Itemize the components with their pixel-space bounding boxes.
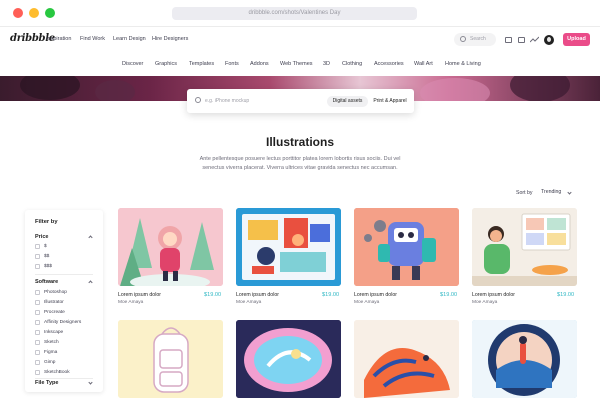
checkbox[interactable] xyxy=(35,360,40,365)
top-navigation: dribbble Inspiration Find Work Learn Des… xyxy=(0,27,600,53)
shot-title[interactable]: Lorem ipsum dolor xyxy=(472,292,515,298)
shot-thumbnail[interactable] xyxy=(354,320,459,398)
illustration-girl-in-forest xyxy=(118,208,223,286)
digital-assets-toggle[interactable]: Digital assets xyxy=(327,96,368,107)
shot-thumbnail[interactable] xyxy=(236,320,341,398)
illustration-surfer-circle xyxy=(472,320,577,398)
checkbox[interactable] xyxy=(35,300,40,305)
search-icon xyxy=(460,36,466,42)
shot-price: $19.00 xyxy=(557,292,575,298)
page-description: Ante pellentesque posuere lectus porttit… xyxy=(199,156,401,171)
checkbox[interactable] xyxy=(35,340,40,345)
avatar[interactable] xyxy=(544,35,554,45)
category-addons[interactable]: Addons xyxy=(250,61,269,67)
shot-author[interactable]: Moe Amaya xyxy=(236,300,261,305)
divider xyxy=(35,378,93,379)
price-option[interactable]: $$$ xyxy=(44,264,52,269)
nav-link-hire-designers[interactable]: Hire Designers xyxy=(152,36,188,42)
software-option[interactable]: Gimp xyxy=(44,360,55,365)
shot-thumbnail[interactable] xyxy=(236,208,341,286)
category-fonts[interactable]: Fonts xyxy=(225,61,239,67)
checkbox[interactable] xyxy=(35,310,40,315)
category-discover[interactable]: Discover xyxy=(122,61,143,67)
checkbox[interactable] xyxy=(35,244,40,249)
shop-bag-icon[interactable] xyxy=(505,37,512,43)
software-option[interactable]: Photoshop xyxy=(44,290,67,295)
shot-thumbnail[interactable] xyxy=(472,208,577,286)
software-option[interactable]: Sketch xyxy=(44,340,59,345)
divider xyxy=(35,274,93,275)
checkbox[interactable] xyxy=(35,264,40,269)
shot-title[interactable]: Lorem ipsum dolor xyxy=(354,292,397,298)
shot-thumbnail[interactable] xyxy=(472,320,577,398)
sort-label: Sort by xyxy=(516,190,533,196)
filter-title: Filter by xyxy=(35,219,58,225)
checkbox[interactable] xyxy=(35,350,40,355)
category-accessories[interactable]: Accessories xyxy=(374,61,404,67)
close-window-button[interactable] xyxy=(13,8,23,18)
illustration-pink-oval xyxy=(236,320,341,398)
nav-link-learn-design[interactable]: Learn Design xyxy=(113,36,146,42)
price-option[interactable]: $$ xyxy=(44,254,49,259)
checkbox[interactable] xyxy=(35,290,40,295)
shot-price: $19.00 xyxy=(204,292,222,298)
category-web-themes[interactable]: Web Themes xyxy=(280,61,313,67)
search-placeholder[interactable]: e.g. iPhone mockup xyxy=(205,98,249,104)
minimize-window-button[interactable] xyxy=(29,8,39,18)
nav-link-find-work[interactable]: Find Work xyxy=(80,36,105,42)
software-option[interactable]: SketchBook xyxy=(44,370,70,375)
shot-author[interactable]: Moe Amaya xyxy=(472,300,497,305)
software-option[interactable]: Procreate xyxy=(44,310,65,315)
category-wall-art[interactable]: Wall Art xyxy=(414,61,433,67)
activity-icon[interactable] xyxy=(530,36,539,44)
price-section-label[interactable]: Price xyxy=(35,234,48,240)
address-bar[interactable]: dribbble.com/shots/Valentines Day xyxy=(172,7,417,20)
checkbox[interactable] xyxy=(35,330,40,335)
shot-price: $19.00 xyxy=(322,292,340,298)
browser-chrome: dribbble.com/shots/Valentines Day xyxy=(0,0,600,27)
shot-title[interactable]: Lorem ipsum dolor xyxy=(118,292,161,298)
upload-button[interactable]: Upload xyxy=(563,33,590,46)
folder-icon[interactable] xyxy=(518,37,525,43)
checkbox[interactable] xyxy=(35,320,40,325)
category-home-living[interactable]: Home & Living xyxy=(445,61,481,67)
file-type-section-label[interactable]: File Type xyxy=(35,380,58,386)
print-apparel-toggle[interactable]: Print & Apparel xyxy=(370,96,410,107)
price-option[interactable]: $ xyxy=(44,244,47,249)
software-option[interactable]: Figma xyxy=(44,350,57,355)
software-option[interactable]: Affinity Designers xyxy=(44,320,81,325)
page-title: Illustrations xyxy=(265,135,334,149)
nav-link-inspiration[interactable]: Inspiration xyxy=(46,36,71,42)
software-option[interactable]: Illustrator xyxy=(44,300,64,305)
illustration-robot-monster xyxy=(354,208,459,286)
category-graphics[interactable]: Graphics xyxy=(155,61,177,67)
checkbox[interactable] xyxy=(35,254,40,259)
category-navigation: Discover Graphics Templates Fonts Addons… xyxy=(0,56,600,74)
shot-thumbnail[interactable] xyxy=(354,208,459,286)
shot-thumbnail[interactable] xyxy=(118,320,223,398)
checkbox[interactable] xyxy=(35,370,40,375)
maximize-window-button[interactable] xyxy=(45,8,55,18)
illustration-video-call xyxy=(472,208,577,286)
search-icon xyxy=(195,97,201,103)
header-search-placeholder: Search xyxy=(470,36,486,42)
illustration-tiger xyxy=(354,320,459,398)
shot-thumbnail[interactable] xyxy=(118,208,223,286)
category-3d[interactable]: 3D xyxy=(323,61,330,67)
category-clothing[interactable]: Clothing xyxy=(342,61,362,67)
shot-price: $19.00 xyxy=(440,292,458,298)
illustration-office-collage xyxy=(236,208,341,286)
shot-author[interactable]: Moe Amaya xyxy=(354,300,379,305)
software-option[interactable]: Inkscape xyxy=(44,330,63,335)
illustration-backpack xyxy=(118,320,223,398)
shot-title[interactable]: Lorem ipsum dolor xyxy=(236,292,279,298)
category-templates[interactable]: Templates xyxy=(189,61,214,67)
software-section-label[interactable]: Software xyxy=(35,279,58,285)
header-search[interactable]: Search xyxy=(454,33,496,46)
shot-author[interactable]: Moe Amaya xyxy=(118,300,143,305)
